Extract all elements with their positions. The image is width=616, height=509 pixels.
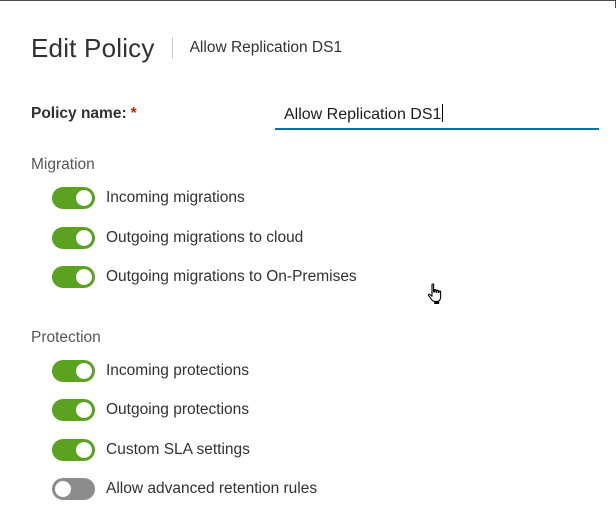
policy-name-input[interactable]: Allow Replication DS1 bbox=[275, 100, 599, 130]
custom-sla-label: Custom SLA settings bbox=[106, 441, 250, 458]
text-caret bbox=[442, 104, 444, 122]
outgoing-migrations-cloud-label: Outgoing migrations to cloud bbox=[106, 229, 304, 246]
protection-section-label: Protection bbox=[31, 329, 101, 346]
migration-section-label: Migration bbox=[31, 156, 95, 173]
incoming-migrations-label: Incoming migrations bbox=[106, 189, 245, 206]
toggle-row-outgoing-protections[interactable]: Outgoing protections bbox=[52, 399, 249, 421]
policy-name-label: Policy name: * bbox=[31, 105, 137, 123]
window-top-border bbox=[0, 0, 616, 1]
toggle-knob bbox=[76, 442, 92, 458]
incoming-protections-label: Incoming protections bbox=[106, 362, 250, 379]
policy-name-label-text: Policy name: bbox=[31, 105, 127, 122]
custom-sla-toggle[interactable] bbox=[52, 439, 95, 461]
toggle-row-advanced-retention[interactable]: Allow advanced retention rules bbox=[52, 478, 317, 500]
toggle-knob bbox=[55, 481, 71, 497]
incoming-protections-toggle[interactable] bbox=[52, 360, 95, 382]
toggle-knob bbox=[76, 230, 92, 246]
header-divider bbox=[171, 37, 173, 59]
outgoing-migrations-onprem-toggle[interactable] bbox=[52, 266, 95, 288]
page-subtitle: Allow Replication DS1 bbox=[189, 39, 343, 56]
toggle-row-outgoing-migrations-onprem[interactable]: Outgoing migrations to On-Premises bbox=[52, 266, 357, 288]
hand-pointer-cursor-icon bbox=[427, 283, 442, 304]
toggle-row-outgoing-migrations-cloud[interactable]: Outgoing migrations to cloud bbox=[52, 227, 303, 249]
toggle-knob bbox=[76, 269, 92, 285]
dialog-header: Edit Policy Allow Replication DS1 bbox=[31, 30, 342, 66]
outgoing-protections-toggle[interactable] bbox=[52, 399, 95, 421]
advanced-retention-label: Allow advanced retention rules bbox=[106, 480, 318, 497]
policy-name-row: Policy name: * Allow Replication DS1 bbox=[31, 100, 599, 130]
outgoing-migrations-cloud-toggle[interactable] bbox=[52, 227, 95, 249]
required-marker: * bbox=[130, 105, 137, 122]
advanced-retention-toggle[interactable] bbox=[52, 478, 95, 500]
policy-name-input-text[interactable]: Allow Replication DS1 bbox=[284, 106, 441, 123]
outgoing-migrations-onprem-label: Outgoing migrations to On-Premises bbox=[106, 268, 357, 285]
toggle-row-incoming-protections[interactable]: Incoming protections bbox=[52, 360, 249, 382]
toggle-knob bbox=[76, 363, 92, 379]
incoming-migrations-toggle[interactable] bbox=[52, 187, 95, 209]
policy-name-input-value[interactable]: Allow Replication DS1 bbox=[284, 104, 444, 124]
toggle-knob bbox=[76, 402, 92, 418]
outgoing-protections-label: Outgoing protections bbox=[106, 401, 250, 418]
toggle-row-custom-sla[interactable]: Custom SLA settings bbox=[52, 439, 250, 461]
page-title: Edit Policy bbox=[31, 32, 155, 63]
toggle-knob bbox=[76, 190, 92, 206]
toggle-row-incoming-migrations[interactable]: Incoming migrations bbox=[52, 187, 245, 209]
